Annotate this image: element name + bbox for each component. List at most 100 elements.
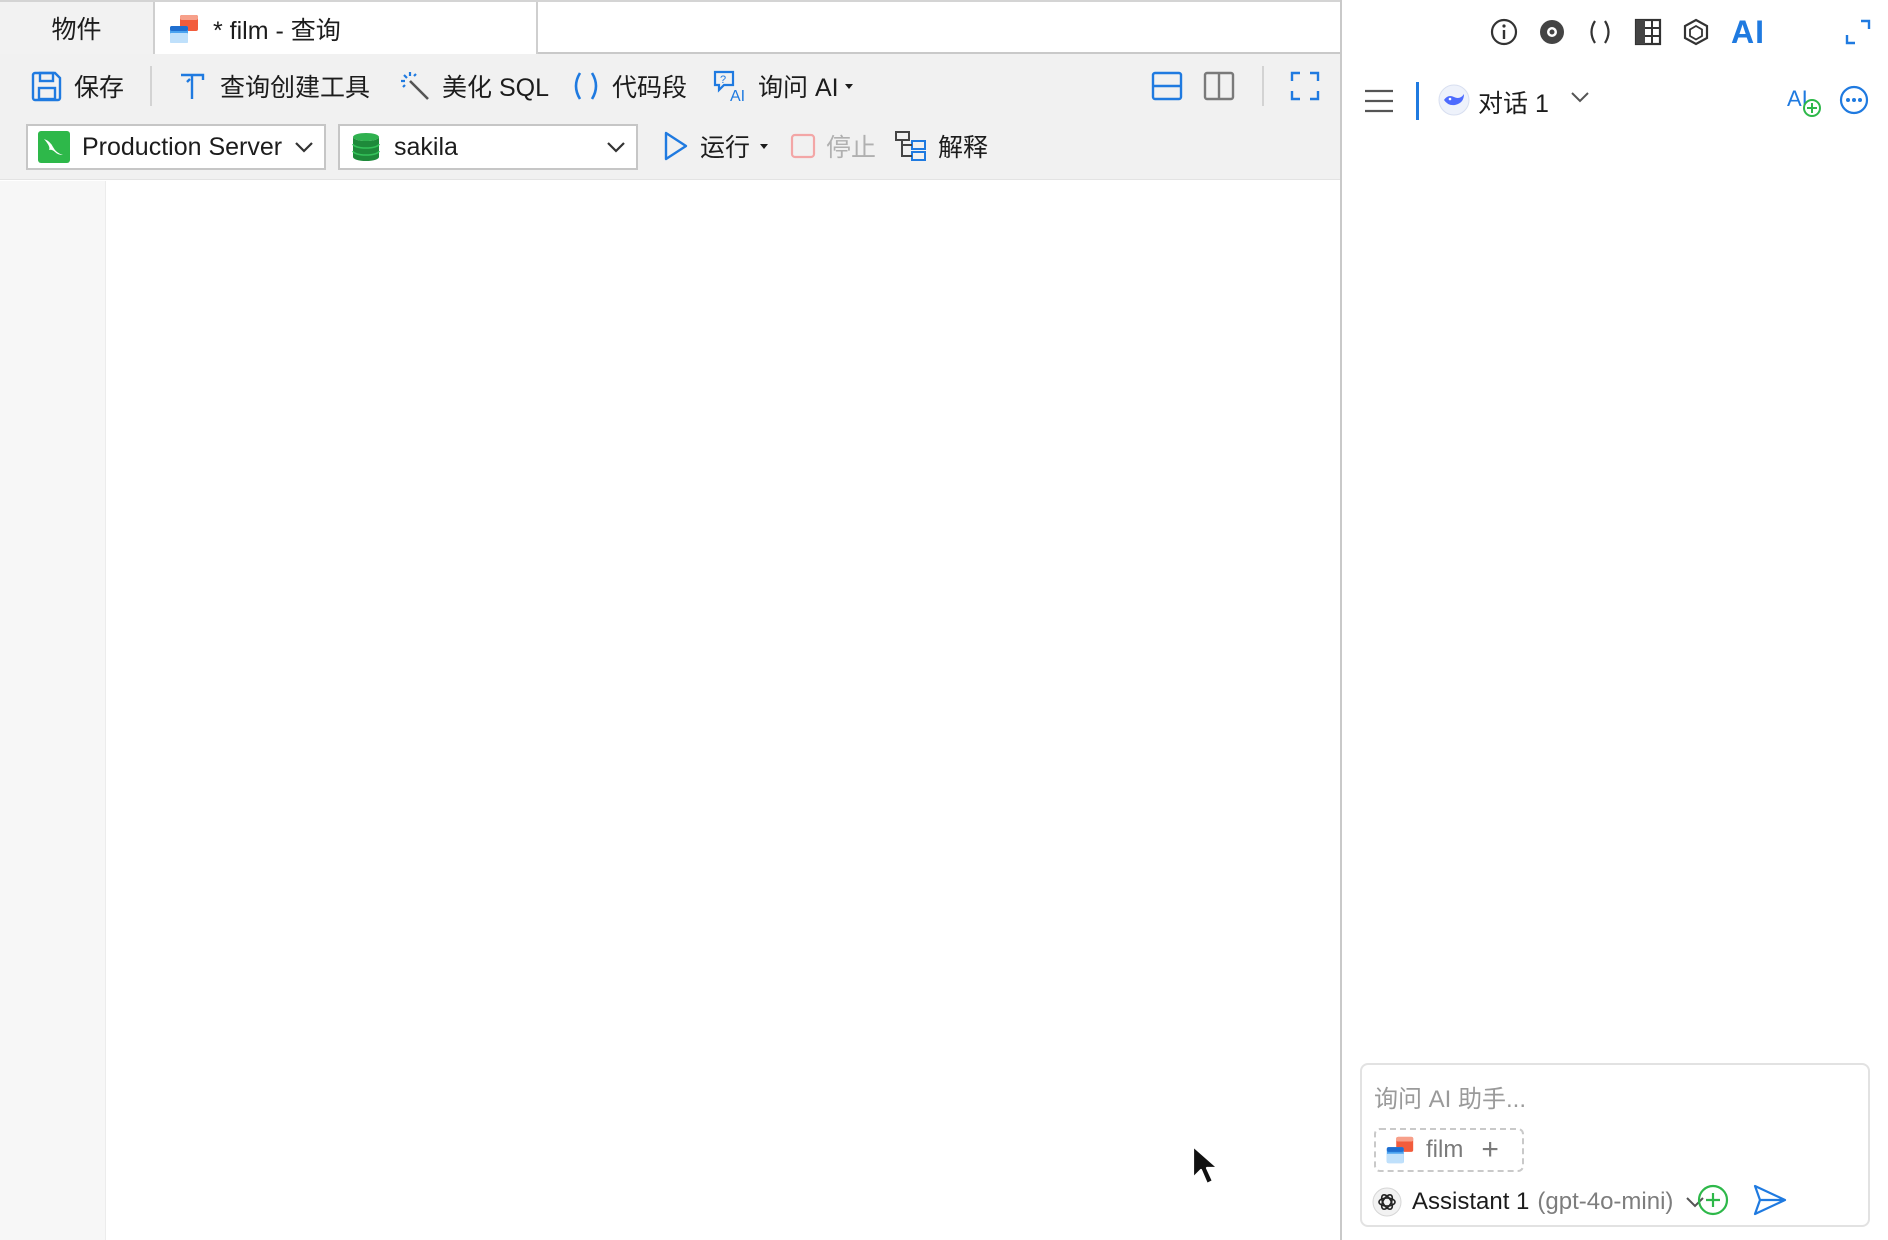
openai-logo-icon [1372, 1187, 1402, 1217]
chevron-down-icon [295, 142, 313, 153]
chevron-down-icon [1571, 92, 1589, 103]
explain-label: 解释 [938, 134, 989, 162]
fullscreen-button[interactable] [1288, 66, 1322, 106]
new-ai-chat-button[interactable]: AI [1786, 82, 1822, 118]
split-vertical-icon [1203, 71, 1235, 101]
add-attachment-button[interactable] [1696, 1183, 1730, 1217]
model-selector[interactable]: Assistant 1 (gpt-4o-mini) [1372, 1185, 1705, 1219]
ai-question-icon: ? AI [713, 70, 745, 104]
more-horizontal-icon [1839, 85, 1869, 115]
plus-circle-icon [1697, 1184, 1729, 1216]
whale-logo-icon [1438, 84, 1470, 116]
hexagon-icon [1683, 18, 1709, 46]
code-snippet-label: 代码段 [612, 74, 688, 102]
floppy-disk-icon [31, 71, 62, 102]
explain-tree-icon [895, 131, 926, 161]
hamburger-menu-icon [1365, 89, 1393, 113]
snippets-tab[interactable] [1582, 14, 1618, 50]
beautify-sql-button[interactable]: 美化 SQL [398, 66, 549, 106]
toolbar-divider [150, 66, 152, 106]
sql-editor[interactable] [0, 181, 1340, 1240]
stop-button[interactable]: 停止 [790, 126, 876, 166]
ai-add-icon: AI [1787, 86, 1821, 117]
conversation-title-text: 对话 1 [1478, 90, 1549, 118]
builder-icon [181, 73, 205, 99]
header-divider [1416, 82, 1419, 120]
run-button[interactable]: 运行 [662, 126, 770, 166]
query-builder-label: 查询创建工具 [220, 74, 371, 102]
ask-ai-button[interactable]: ? AI 询问 AI [712, 66, 855, 106]
conversation-title[interactable]: 对话 1 [1478, 84, 1549, 120]
query-editor-pane: 物件 * film - 查询 保存 查询创建工具 美化 SQL 代码段 ? AI… [0, 0, 1342, 1240]
tab-objects-label: 物件 [51, 16, 102, 44]
database-select[interactable]: sakila [338, 124, 638, 170]
query-table-icon [170, 15, 198, 43]
tab-query-label: * film - 查询 [213, 17, 341, 45]
ask-ai-label: 询问 AI [758, 74, 839, 102]
svg-text:?: ? [720, 74, 726, 86]
toolbar-divider [1262, 66, 1264, 106]
conversation-dropdown[interactable] [1570, 90, 1592, 112]
ai-assistant-pane: AI 对话 1 AI 询问 AI 助手... film + Assistant … [1344, 0, 1888, 1240]
parentheses-icon [574, 72, 598, 100]
ai-tab-label: AI [1731, 13, 1765, 50]
table-view-tab[interactable] [1630, 14, 1666, 50]
stop-label: 停止 [826, 134, 877, 162]
model-detail: (gpt-4o-mini) [1537, 1188, 1674, 1215]
server-select-value: Production Server [82, 132, 283, 161]
play-icon [664, 131, 688, 161]
query-builder-button[interactable]: 查询创建工具 [176, 66, 370, 106]
ai-provider-avatar [1438, 84, 1470, 116]
explain-button[interactable]: 解释 [894, 126, 988, 166]
fullscreen-icon [1290, 71, 1320, 101]
add-context-icon[interactable]: + [1481, 1135, 1499, 1165]
mysql-server-icon [38, 131, 70, 163]
table-grid-icon [1634, 18, 1662, 46]
chevron-down-icon [607, 142, 625, 153]
info-tab[interactable] [1486, 14, 1522, 50]
expand-icon [1845, 19, 1871, 45]
send-button[interactable] [1752, 1183, 1788, 1217]
magic-wand-icon [401, 72, 429, 100]
context-chip-label: film [1426, 1136, 1464, 1163]
save-button[interactable]: 保存 [30, 66, 124, 106]
connection-toolbar: Production Server sakila 运行 停止 解释 [0, 118, 1340, 180]
line-number-gutter [0, 181, 106, 1240]
tab-bar: 物件 * film - 查询 [0, 0, 1340, 56]
tab-objects[interactable]: 物件 [0, 2, 155, 54]
ai-tab[interactable]: AI [1726, 14, 1770, 50]
parentheses-icon [1590, 20, 1610, 44]
eye-icon [1540, 20, 1564, 44]
dropdown-caret-icon [844, 84, 853, 89]
ai-input-placeholder[interactable]: 询问 AI 助手... [1374, 1079, 1526, 1114]
more-options-button[interactable] [1838, 84, 1870, 116]
server-select[interactable]: Production Server [26, 124, 326, 170]
split-horizontal-icon [1151, 71, 1183, 101]
info-icon [1490, 18, 1518, 46]
side-panel-tabs: AI [1344, 0, 1888, 66]
database-icon [352, 133, 380, 161]
code-snippet-button[interactable]: 代码段 [570, 66, 687, 106]
ai-input-box[interactable]: 询问 AI 助手... film + Assistant 1 (gpt-4o-m… [1360, 1063, 1870, 1227]
dropdown-caret-icon [760, 144, 769, 149]
svg-text:AI: AI [730, 88, 745, 104]
conversation-header: 对话 1 AI [1344, 76, 1888, 128]
editor-toolbar: 保存 查询创建工具 美化 SQL 代码段 ? AI 询问 AI [0, 54, 1340, 118]
save-label: 保存 [74, 74, 125, 102]
model-tab[interactable] [1678, 14, 1714, 50]
expand-panel-button[interactable] [1840, 14, 1876, 50]
context-chip[interactable]: film + [1374, 1128, 1524, 1172]
preview-tab[interactable] [1534, 14, 1570, 50]
query-table-icon [1386, 1136, 1414, 1164]
run-label: 运行 [700, 134, 751, 162]
database-select-value: sakila [394, 132, 458, 161]
beautify-sql-label: 美化 SQL [442, 74, 549, 102]
model-name: Assistant 1 [1412, 1188, 1530, 1215]
split-vertical-button[interactable] [1202, 66, 1236, 106]
split-horizontal-button[interactable] [1150, 66, 1184, 106]
conversation-menu-button[interactable] [1362, 84, 1396, 118]
stop-icon [790, 133, 816, 159]
tab-query-film[interactable]: * film - 查询 [155, 2, 538, 56]
mouse-pointer-icon [1191, 1144, 1220, 1186]
send-icon [1753, 1184, 1787, 1216]
